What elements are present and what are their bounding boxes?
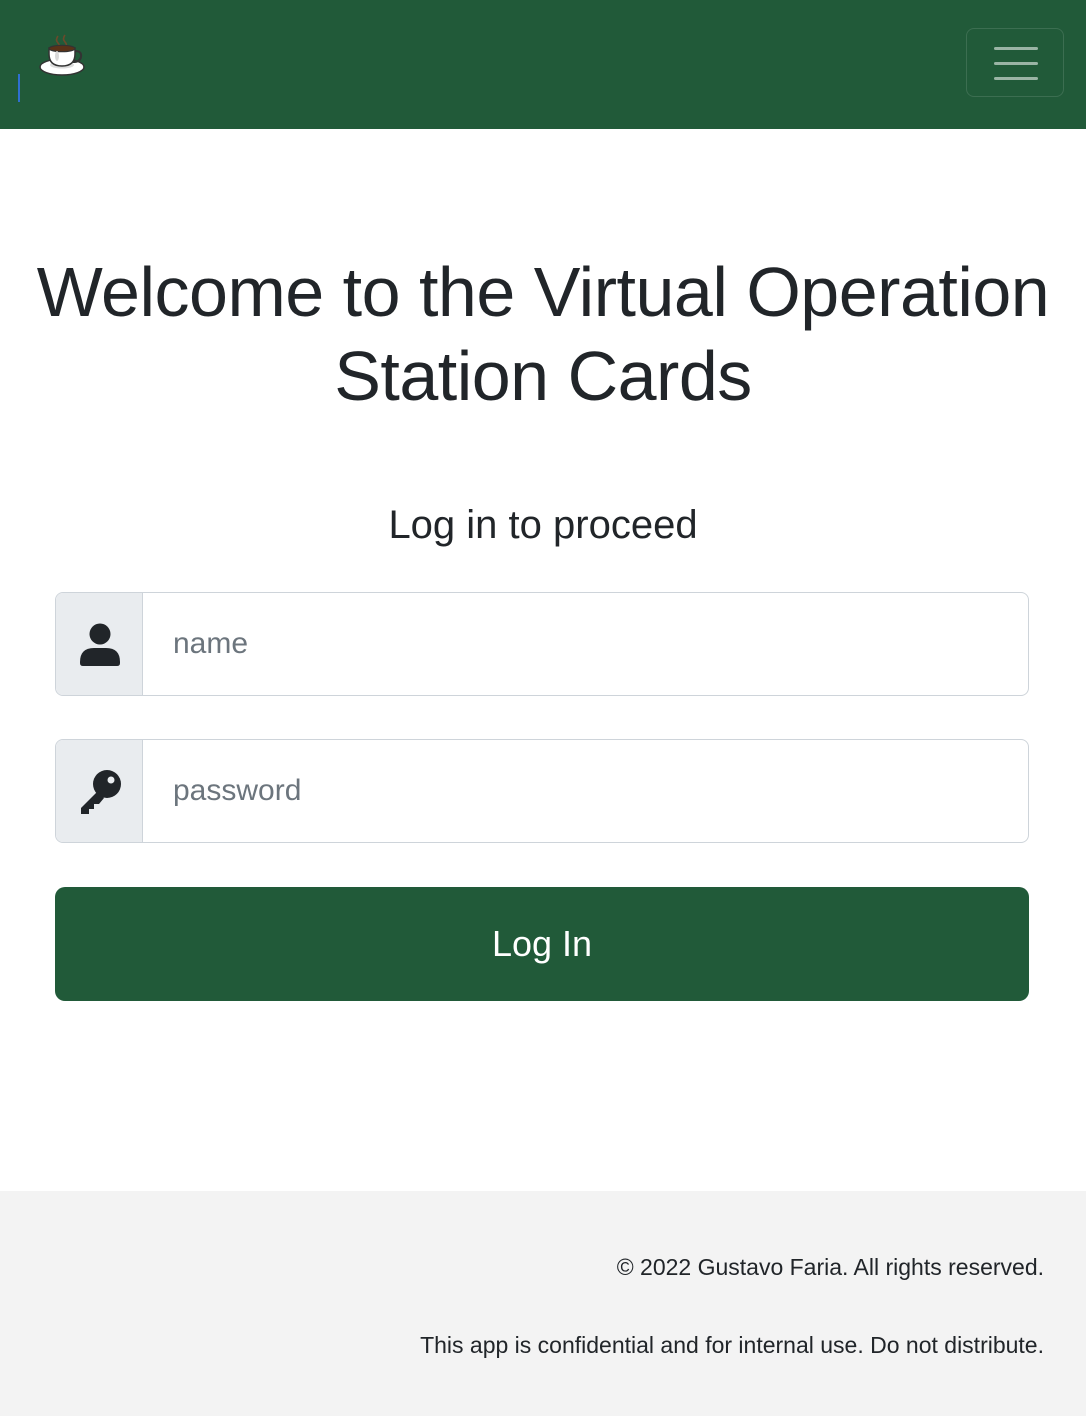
name-input[interactable] [144, 593, 1028, 695]
brand-logo-link[interactable] [38, 34, 88, 78]
name-input-group [55, 592, 1029, 696]
hamburger-menu-icon-middle [994, 62, 1038, 65]
coffee-cup-icon [39, 34, 85, 76]
hamburger-menu-icon-top [994, 47, 1038, 50]
footer: © 2022 Gustavo Faria. All rights reserve… [0, 1191, 1086, 1416]
confidentiality-notice: This app is confidential and for interna… [420, 1332, 1044, 1358]
login-subtitle: Log in to proceed [388, 503, 698, 547]
password-input-group [55, 739, 1029, 843]
user-icon [80, 623, 120, 666]
login-button[interactable]: Log In [55, 887, 1029, 1001]
key-icon [81, 770, 121, 814]
hamburger-menu-icon-bottom [994, 77, 1038, 80]
password-input[interactable] [144, 740, 1028, 842]
copyright-text: © 2022 Gustavo Faria. All rights reserve… [616, 1254, 1044, 1280]
focus-caret [18, 74, 20, 102]
name-addon [56, 593, 143, 695]
top-navbar [0, 0, 1086, 129]
page-title: Welcome to the Virtual Operation Station… [36, 253, 1050, 415]
navbar-toggle-button[interactable] [966, 28, 1064, 97]
password-addon [56, 740, 143, 842]
